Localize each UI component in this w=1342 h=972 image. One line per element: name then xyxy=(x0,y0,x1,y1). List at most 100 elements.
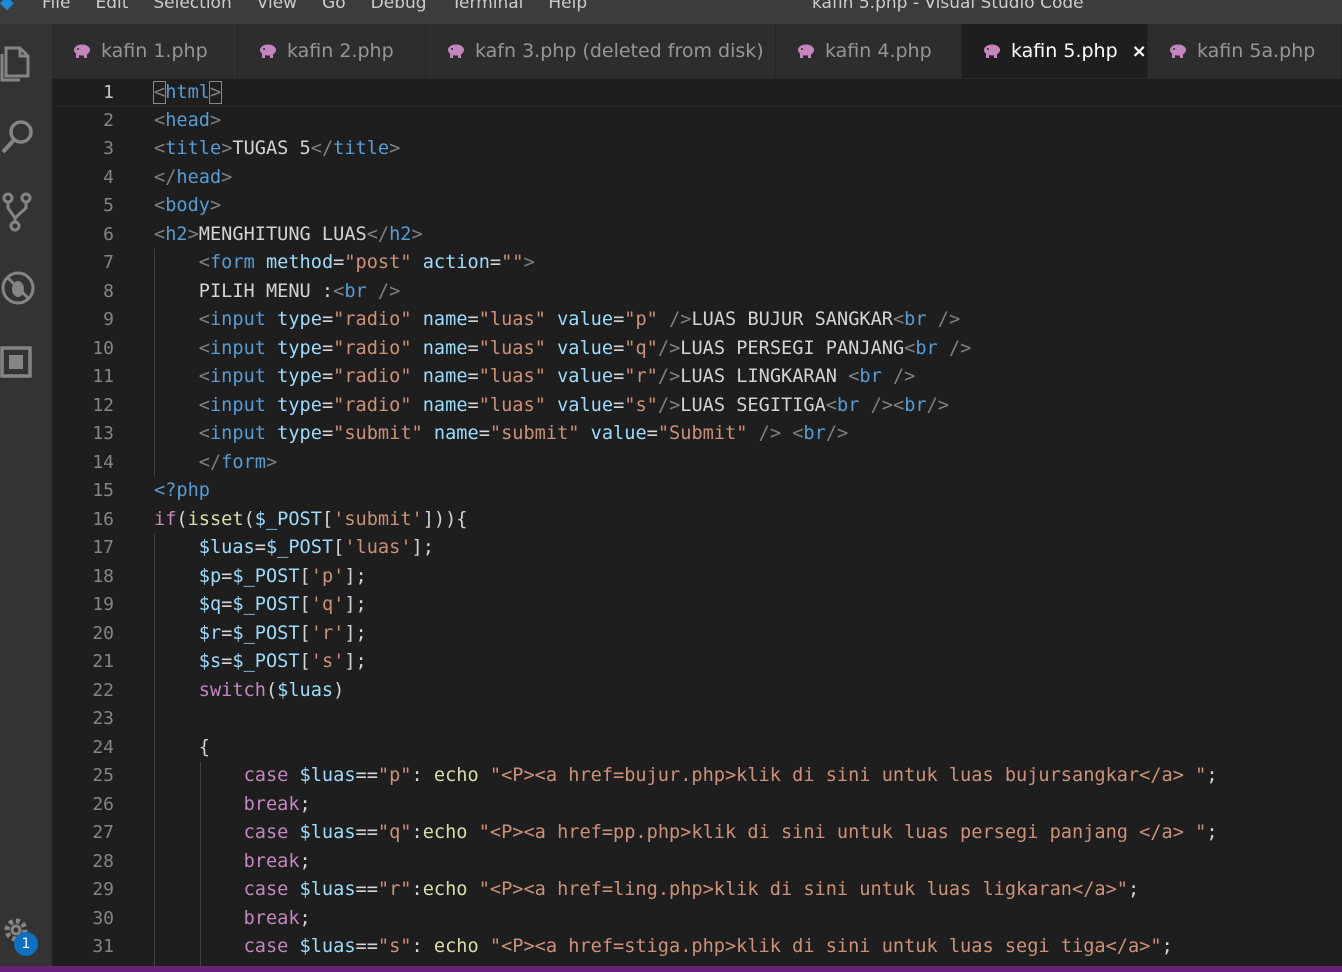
close-icon[interactable]: × xyxy=(1132,41,1147,62)
code-line[interactable]: 11 <input type="radio" name="luas" value… xyxy=(52,363,1342,392)
code-text: </form> xyxy=(154,449,277,477)
code-line[interactable]: 20 $r=$_POST['r']; xyxy=(52,620,1342,649)
code-token: [ xyxy=(299,594,311,615)
code-token: "<P><a href=pp.php>klik di sini untuk lu… xyxy=(478,822,1207,843)
menu-help[interactable]: Help xyxy=(548,0,587,13)
code-token: ; xyxy=(1206,765,1218,786)
line-number: 11 xyxy=(92,366,114,387)
code-line[interactable]: 7 <form method="post" action=""> xyxy=(52,249,1342,278)
code-token: $q xyxy=(198,594,222,615)
code-line[interactable]: 30 break; xyxy=(52,905,1342,934)
code-line[interactable]: 18 $p=$_POST['p']; xyxy=(52,563,1342,592)
line-number: 21 xyxy=(92,651,114,672)
line-number: 20 xyxy=(92,622,114,644)
code-line[interactable]: 8 PILIH MENU :<br /> xyxy=(52,278,1342,307)
explorer-icon[interactable] xyxy=(0,38,40,86)
code-token: "q" xyxy=(377,822,412,843)
code-token: 'q' xyxy=(310,594,345,615)
search-icon[interactable] xyxy=(0,112,40,160)
line-number: 25 xyxy=(92,765,114,786)
code-token: method xyxy=(265,252,334,273)
menu-view[interactable]: View xyxy=(257,0,297,13)
tab-kafin-5-php[interactable]: kafin 5.php × xyxy=(962,24,1148,78)
code-token: type xyxy=(277,394,322,416)
menu-selection[interactable]: Selection xyxy=(153,0,231,13)
status-bar xyxy=(0,966,1342,972)
code-line[interactable]: 29 case $luas=="r":echo "<P><a href=ling… xyxy=(52,876,1342,905)
code-token: ( xyxy=(243,508,255,530)
code-token: br xyxy=(915,337,938,359)
code-token: 'submit' xyxy=(333,508,423,530)
line-number: 4 xyxy=(103,166,114,188)
tab-label: kafin 4.php xyxy=(825,40,932,62)
code-line[interactable]: 28 break; xyxy=(52,848,1342,877)
code-token: < xyxy=(848,366,860,387)
code-line[interactable]: 12 <input type="radio" name="luas" value… xyxy=(52,392,1342,421)
code-token: name xyxy=(433,423,479,444)
code-line[interactable]: 9 <input type="radio" name="luas" value=… xyxy=(52,306,1342,335)
menu-debug[interactable]: Debug xyxy=(371,0,427,13)
code-token: br xyxy=(803,423,826,444)
source-control-icon[interactable] xyxy=(0,188,40,236)
code-line[interactable]: 15 <?php xyxy=(52,477,1342,506)
code-token: /> xyxy=(892,366,916,387)
tab-kafn-3-php-deleted-from-disk[interactable]: kafn 3.php (deleted from disk) xyxy=(426,24,776,78)
code-token: "luas" xyxy=(478,394,546,416)
code-line[interactable]: 10 <input type="radio" name="luas" value… xyxy=(52,335,1342,364)
code-editor[interactable]: 1 <html> 2 <head> 3 <title>TUGAS 5</title> 4 </… xyxy=(52,78,1342,966)
line-number: 24 xyxy=(92,736,114,758)
tab-kafin-2-php[interactable]: kafin 2.php xyxy=(238,24,426,78)
code-line[interactable]: 2 <head> xyxy=(52,107,1342,136)
code-text: <title>TUGAS 5</title> xyxy=(154,135,400,163)
tab-label: kafin 2.php xyxy=(287,40,394,62)
tab-kafin-5a-php[interactable]: kafin 5a.php xyxy=(1148,24,1342,78)
debug-icon[interactable] xyxy=(0,264,40,312)
code-line[interactable]: 13 <input type="submit" name="submit" va… xyxy=(52,420,1342,449)
code-line[interactable]: 1 <html> xyxy=(52,78,1342,107)
tab-label: kafin 1.php xyxy=(101,40,208,62)
code-token: "<P><a href=bujur.php>klik di sini untuk… xyxy=(489,765,1207,786)
code-line[interactable]: 21 $s=$_POST['s']; xyxy=(52,648,1342,677)
code-line[interactable]: 3 <title>TUGAS 5</title> xyxy=(52,135,1342,164)
code-text: <input type="submit" name="submit" value… xyxy=(154,420,848,448)
code-token: input xyxy=(209,423,266,444)
tab-kafin-1-php[interactable]: kafin 1.php xyxy=(52,24,238,78)
menu-terminal[interactable]: Terminal xyxy=(452,0,524,13)
code-line[interactable]: 19 $q=$_POST['q']; xyxy=(52,591,1342,620)
code-line[interactable]: 5 <body> xyxy=(52,192,1342,221)
code-line[interactable]: 23 xyxy=(52,705,1342,734)
code-token: $_POST xyxy=(254,508,322,530)
code-token: ; xyxy=(299,850,311,872)
code-line[interactable]: 16 if(isset($_POST['submit'])){ xyxy=(52,506,1342,535)
code-token: head xyxy=(165,109,210,131)
code-token: </ xyxy=(366,223,390,245)
line-number: 13 xyxy=(92,423,114,444)
tab-kafin-4-php[interactable]: kafin 4.php xyxy=(776,24,962,78)
code-line[interactable]: 24 { xyxy=(52,734,1342,763)
code-token: > xyxy=(209,109,222,131)
extensions-icon[interactable] xyxy=(0,338,40,386)
code-line[interactable]: 27 case $luas=="q":echo "<P><a href=pp.p… xyxy=(52,819,1342,848)
code-line[interactable]: 22 switch($luas) xyxy=(52,677,1342,706)
code-line[interactable]: 4 </head> xyxy=(52,164,1342,193)
menu-go[interactable]: Go xyxy=(322,0,346,13)
code-line[interactable]: 17 $luas=$_POST['luas']; xyxy=(52,534,1342,563)
code-token: br xyxy=(904,309,927,330)
code-line[interactable]: 25 case $luas=="p": echo "<P><a href=buj… xyxy=(52,762,1342,791)
code-line[interactable]: 14 </form> xyxy=(52,449,1342,478)
code-text: <input type="radio" name="luas" value="r… xyxy=(154,363,916,391)
menu-file[interactable]: File xyxy=(42,0,70,13)
code-token: break xyxy=(243,850,300,872)
code-line[interactable]: 6 <h2>MENGHITUNG LUAS</h2> xyxy=(52,221,1342,250)
php-elephant-icon xyxy=(1170,44,1186,58)
code-text: <body> xyxy=(154,192,221,220)
code-line[interactable]: 26 break; xyxy=(52,791,1342,820)
code-line[interactable]: 31 case $luas=="s": echo "<P><a href=sti… xyxy=(52,933,1342,962)
menu-edit[interactable]: Edit xyxy=(95,0,128,13)
code-token: /> xyxy=(669,309,692,330)
